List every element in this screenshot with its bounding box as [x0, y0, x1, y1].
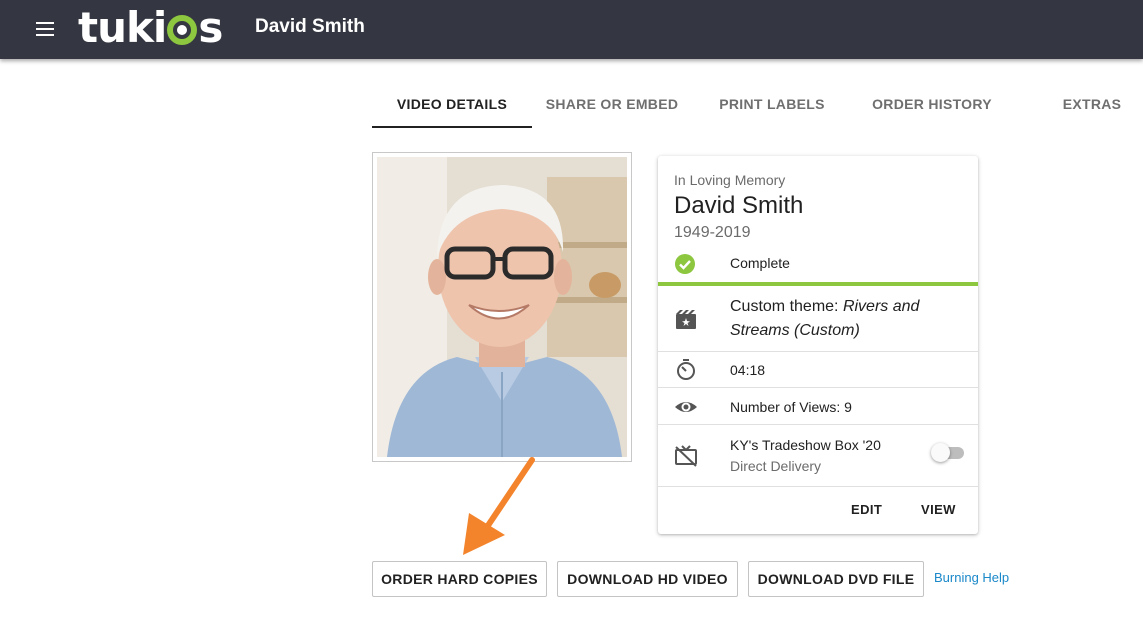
tab-print-labels[interactable]: PRINT LABELS	[692, 86, 852, 128]
edit-button[interactable]: EDIT	[845, 498, 888, 521]
tukios-logo[interactable]: tuki s	[78, 6, 223, 50]
portrait-photo	[377, 157, 627, 457]
check-circle-icon	[675, 254, 695, 274]
order-hard-copies-button[interactable]: ORDER HARD COPIES	[372, 561, 547, 597]
tab-video-details[interactable]: VIDEO DETAILS	[372, 86, 532, 128]
tab-extras[interactable]: EXTRAS	[1012, 86, 1143, 128]
status-row: Complete	[658, 252, 978, 286]
status-label: Complete	[730, 255, 790, 271]
card-actions: EDIT VIEW	[658, 492, 978, 532]
tab-share-or-embed[interactable]: SHARE OR EMBED	[532, 86, 692, 128]
duration-row: 04:18	[658, 352, 978, 388]
views-row: Number of Views: 9	[658, 388, 978, 425]
header-title: David Smith	[255, 16, 365, 37]
delivery-subtitle: Direct Delivery	[730, 458, 822, 474]
theme-row: Custom theme: Rivers and Streams (Custom…	[658, 286, 978, 352]
tv-off-icon	[674, 444, 698, 468]
download-dvd-file-button[interactable]: DOWNLOAD DVD FILE	[748, 561, 924, 597]
timer-icon	[674, 358, 698, 382]
duration-value: 04:18	[730, 362, 766, 378]
tab-order-history[interactable]: ORDER HISTORY	[852, 86, 1012, 128]
portrait-photo-frame	[372, 152, 632, 462]
download-hd-video-button[interactable]: DOWNLOAD HD VIDEO	[557, 561, 738, 597]
eye-icon	[674, 395, 698, 419]
movie-filter-icon	[674, 308, 698, 332]
card-subtitle: In Loving Memory	[674, 172, 786, 188]
view-button[interactable]: VIEW	[915, 498, 962, 521]
theme-prefix: Custom theme:	[730, 298, 843, 315]
top-app-bar: tuki s David Smith	[0, 0, 1143, 59]
theme-text: Custom theme: Rivers and Streams (Custom…	[730, 295, 960, 343]
memorial-details-card: In Loving Memory David Smith 1949-2019 C…	[658, 156, 978, 534]
toggle-knob	[931, 443, 950, 462]
delivery-row: KY's Tradeshow Box '20 Direct Delivery	[658, 425, 978, 487]
orange-arrow-annotation	[463, 457, 535, 555]
views-count: Number of Views: 9	[730, 399, 852, 415]
card-years: 1949-2019	[674, 224, 751, 241]
card-name: David Smith	[674, 192, 804, 219]
delivery-title: KY's Tradeshow Box '20	[730, 437, 881, 453]
burning-help-link[interactable]: Burning Help	[934, 570, 1009, 585]
hamburger-menu-icon[interactable]	[32, 17, 58, 41]
delivery-toggle[interactable]	[931, 443, 964, 462]
